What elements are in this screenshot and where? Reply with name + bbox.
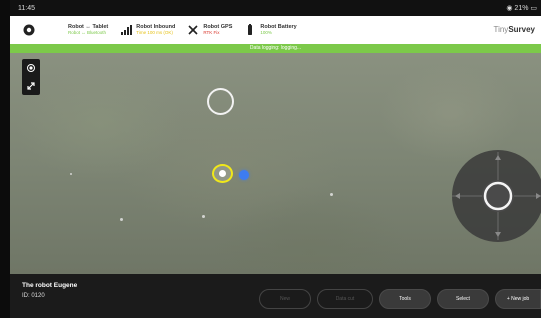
robot-id: ID: 0120 bbox=[22, 293, 45, 299]
bottom-bar: The robot Eugene ID: 0120 New Data cut T… bbox=[10, 274, 541, 318]
gear-icon[interactable] bbox=[22, 23, 36, 37]
new-job-button[interactable]: + New job bbox=[495, 289, 541, 309]
satellite-icon bbox=[188, 25, 198, 35]
ground-speck bbox=[202, 215, 205, 218]
inbound-status: Robot Inbound Time 100 ms (OK) bbox=[120, 24, 175, 36]
tools-button[interactable]: Tools bbox=[379, 289, 431, 309]
tablet-link-icon bbox=[52, 24, 64, 36]
battery-status: Robot Battery 100% bbox=[244, 24, 297, 36]
clock: 11:45 bbox=[18, 4, 35, 12]
battery-icon bbox=[248, 24, 253, 35]
select-button[interactable]: Select bbox=[437, 289, 489, 309]
status-icons: ◉ 21% ▭ bbox=[506, 5, 537, 12]
connection-status: Robot ↔ Tablet Robot ↔ Bluetooth bbox=[52, 24, 108, 36]
gps-subtitle: RTK Fix bbox=[203, 29, 220, 35]
battery-subtitle: 100% bbox=[260, 29, 272, 35]
joystick[interactable] bbox=[447, 149, 541, 243]
locate-button[interactable] bbox=[22, 59, 40, 77]
status-bar: 11:45 ◉ 21% ▭ bbox=[10, 0, 541, 16]
signal-bars-icon bbox=[121, 25, 133, 35]
logging-banner: Data logging: logging... bbox=[10, 44, 541, 53]
tablet-location-dot bbox=[239, 170, 249, 180]
brand-logo: TinySurvey bbox=[493, 25, 535, 34]
robot-name: The robot Eugene bbox=[22, 282, 78, 289]
expand-button[interactable] bbox=[22, 77, 40, 95]
brand-bold: Survey bbox=[508, 25, 535, 34]
gps-status: Robot GPS RTK Fix bbox=[187, 24, 232, 36]
map-controls bbox=[22, 59, 40, 95]
connection-subtitle: Robot ↔ Bluetooth bbox=[68, 29, 107, 35]
app-window: 11:45 ◉ 21% ▭ Robot ↔ Tablet Robot ↔ Blu… bbox=[0, 0, 541, 318]
new-button[interactable]: New bbox=[259, 289, 311, 309]
brand-light: Tiny bbox=[493, 25, 509, 34]
locate-icon bbox=[27, 64, 35, 72]
ground-speck bbox=[120, 218, 123, 221]
robot-marker[interactable] bbox=[212, 164, 233, 183]
ground-speck bbox=[330, 193, 333, 196]
inbound-subtitle: Time 100 ms (OK) bbox=[136, 29, 173, 35]
data-cut-button[interactable]: Data cut bbox=[317, 289, 373, 309]
waypoint-marker[interactable] bbox=[207, 88, 234, 115]
ground-speck bbox=[70, 173, 72, 175]
telemetry-header: Robot ↔ Tablet Robot ↔ Bluetooth Robot I… bbox=[10, 16, 541, 44]
robot-dot bbox=[219, 170, 226, 177]
map-view[interactable] bbox=[10, 53, 541, 274]
expand-icon bbox=[27, 82, 35, 90]
